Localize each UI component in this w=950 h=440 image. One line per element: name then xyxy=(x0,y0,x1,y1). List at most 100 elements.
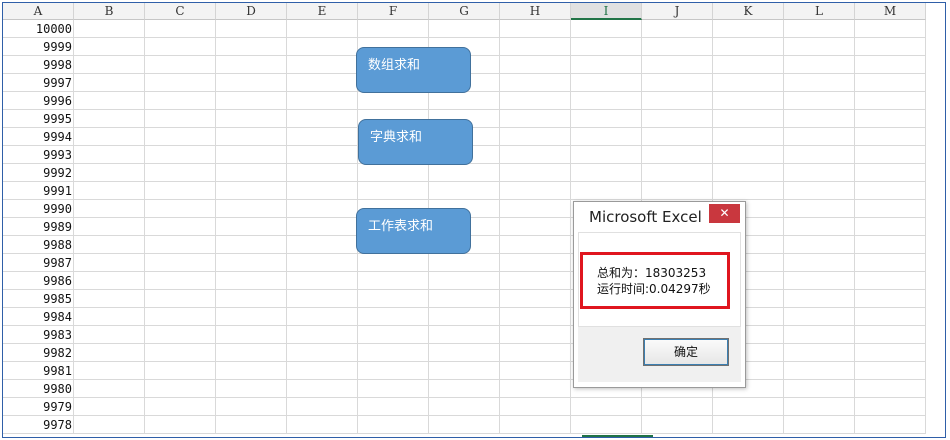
cell[interactable] xyxy=(74,290,145,308)
cell[interactable] xyxy=(287,362,358,380)
cell[interactable] xyxy=(287,272,358,290)
cell[interactable] xyxy=(855,110,926,128)
cell[interactable] xyxy=(713,182,784,200)
cell[interactable] xyxy=(358,380,429,398)
close-icon[interactable]: ✕ xyxy=(709,204,740,223)
cell[interactable] xyxy=(287,380,358,398)
cell[interactable] xyxy=(74,380,145,398)
cell[interactable] xyxy=(500,182,571,200)
cell[interactable] xyxy=(216,254,287,272)
worksheet-sum-button[interactable]: 工作表求和 xyxy=(356,208,471,254)
column-header-j[interactable]: J xyxy=(642,3,713,20)
cell[interactable] xyxy=(429,416,500,434)
cell[interactable] xyxy=(429,308,500,326)
cell[interactable] xyxy=(784,38,855,56)
cell[interactable] xyxy=(784,290,855,308)
cell[interactable] xyxy=(500,146,571,164)
cell[interactable] xyxy=(287,164,358,182)
column-header-m[interactable]: M xyxy=(855,3,926,20)
cell[interactable] xyxy=(74,218,145,236)
cell-a-value[interactable]: 9997 xyxy=(3,74,74,92)
cell[interactable] xyxy=(855,254,926,272)
cell[interactable] xyxy=(429,362,500,380)
cell[interactable] xyxy=(145,308,216,326)
cell[interactable] xyxy=(500,362,571,380)
cell[interactable] xyxy=(145,290,216,308)
cell[interactable] xyxy=(784,128,855,146)
cell[interactable] xyxy=(571,38,642,56)
cell[interactable] xyxy=(358,182,429,200)
array-sum-button[interactable]: 数组求和 xyxy=(356,47,471,93)
cell[interactable] xyxy=(216,20,287,38)
cell[interactable] xyxy=(571,92,642,110)
cell[interactable] xyxy=(500,308,571,326)
cell[interactable] xyxy=(216,218,287,236)
cell[interactable] xyxy=(358,272,429,290)
cell-a-value[interactable]: 9986 xyxy=(3,272,74,290)
cell[interactable] xyxy=(287,308,358,326)
cell[interactable] xyxy=(784,182,855,200)
cell[interactable] xyxy=(500,344,571,362)
cell-a-value[interactable]: 9984 xyxy=(3,308,74,326)
cell[interactable] xyxy=(74,92,145,110)
column-header-d[interactable]: D xyxy=(216,3,287,20)
cell[interactable] xyxy=(145,56,216,74)
cell-a-value[interactable]: 9995 xyxy=(3,110,74,128)
cell[interactable] xyxy=(429,254,500,272)
cell[interactable] xyxy=(713,56,784,74)
cell[interactable] xyxy=(145,218,216,236)
cell[interactable] xyxy=(855,146,926,164)
cell[interactable] xyxy=(500,20,571,38)
cell[interactable] xyxy=(145,146,216,164)
cell[interactable] xyxy=(358,290,429,308)
cell[interactable] xyxy=(358,92,429,110)
cell[interactable] xyxy=(855,272,926,290)
cell[interactable] xyxy=(500,38,571,56)
cell-a-value[interactable]: 9992 xyxy=(3,164,74,182)
cell[interactable] xyxy=(642,110,713,128)
cell-a-value[interactable]: 9978 xyxy=(3,416,74,434)
cell-a-value[interactable]: 9993 xyxy=(3,146,74,164)
cell[interactable] xyxy=(500,254,571,272)
cell[interactable] xyxy=(145,128,216,146)
cell-a-value[interactable]: 9989 xyxy=(3,218,74,236)
cell[interactable] xyxy=(784,362,855,380)
cell[interactable] xyxy=(642,182,713,200)
cell[interactable] xyxy=(145,92,216,110)
cell[interactable] xyxy=(287,56,358,74)
cell[interactable] xyxy=(74,56,145,74)
cell[interactable] xyxy=(855,326,926,344)
cell[interactable] xyxy=(74,254,145,272)
cell[interactable] xyxy=(784,344,855,362)
cell[interactable] xyxy=(216,236,287,254)
cell[interactable] xyxy=(855,344,926,362)
cell[interactable] xyxy=(784,236,855,254)
cell-a-value[interactable]: 9982 xyxy=(3,344,74,362)
cell[interactable] xyxy=(287,146,358,164)
cell[interactable] xyxy=(287,128,358,146)
cell[interactable] xyxy=(784,308,855,326)
cell[interactable] xyxy=(500,398,571,416)
column-header-g[interactable]: G xyxy=(429,3,500,20)
cell[interactable] xyxy=(642,128,713,146)
cell[interactable] xyxy=(74,128,145,146)
cell[interactable] xyxy=(145,326,216,344)
cell[interactable] xyxy=(358,308,429,326)
cell[interactable] xyxy=(74,362,145,380)
cell[interactable] xyxy=(287,344,358,362)
dict-sum-button[interactable]: 字典求和 xyxy=(358,119,473,165)
cell[interactable] xyxy=(74,200,145,218)
cell[interactable] xyxy=(287,398,358,416)
cell[interactable] xyxy=(74,182,145,200)
cell[interactable] xyxy=(855,182,926,200)
cell[interactable] xyxy=(429,380,500,398)
cell[interactable] xyxy=(784,218,855,236)
cell[interactable] xyxy=(500,128,571,146)
cell[interactable] xyxy=(855,290,926,308)
cell[interactable] xyxy=(500,290,571,308)
cell[interactable] xyxy=(74,164,145,182)
cell[interactable] xyxy=(216,182,287,200)
ok-button[interactable]: 确定 xyxy=(643,338,729,366)
cell-a-value[interactable]: 9999 xyxy=(3,38,74,56)
cell[interactable] xyxy=(571,56,642,74)
